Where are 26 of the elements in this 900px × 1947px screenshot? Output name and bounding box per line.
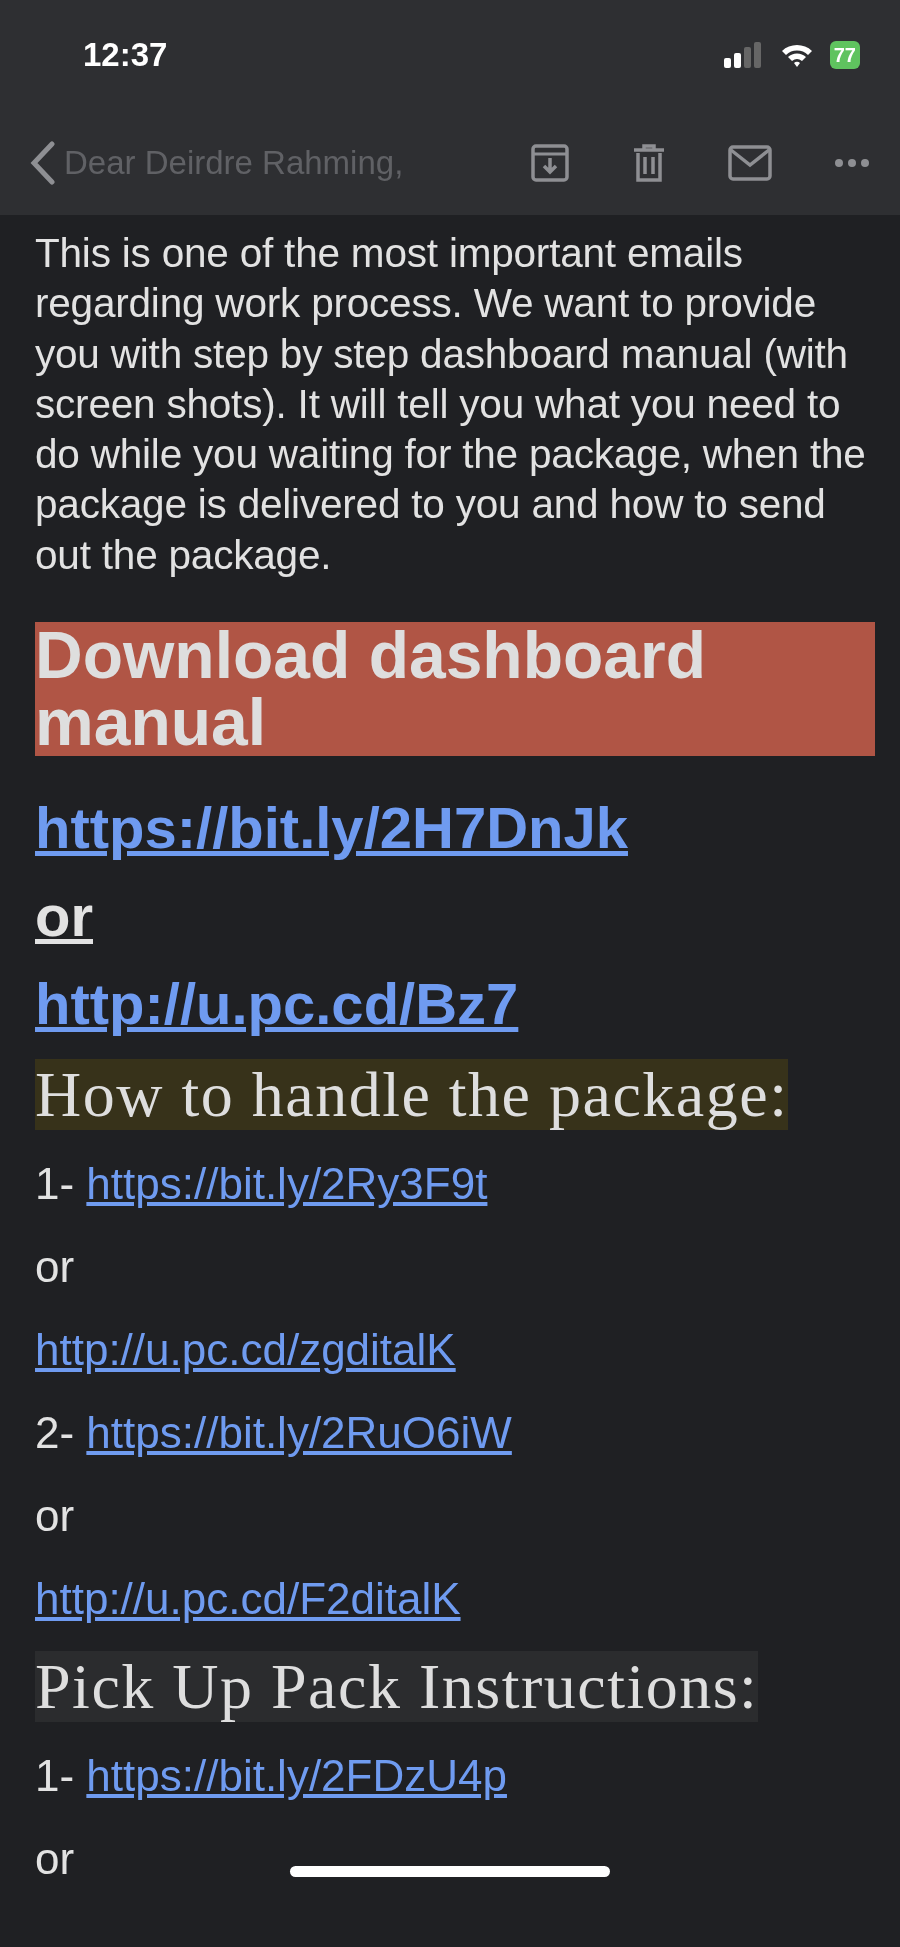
signal-icon — [723, 42, 764, 68]
link[interactable]: http://u.pc.cd/F2ditalK — [35, 1574, 461, 1624]
archive-button[interactable] — [530, 142, 570, 183]
separator-text: or — [35, 1491, 75, 1541]
clock: 12:37 — [83, 35, 168, 76]
back-button[interactable] — [30, 140, 56, 185]
more-button[interactable] — [834, 157, 870, 168]
link[interactable]: https://bit.ly/2Ry3F9t — [86, 1159, 488, 1209]
link[interactable]: https://bit.ly/2RuO6iW — [86, 1408, 512, 1458]
paragraph: This is one of the most important emails regarding work process. We want to provide you with step by step dashboard manual (with screen shots). It will tell you what you need to do while you waiting for the package, when the package is delivered to you and how to send out the package. — [35, 229, 867, 580]
link[interactable]: https://bit.ly/2H7DnJk — [35, 795, 628, 861]
heading: How to handle the package: — [35, 1059, 789, 1131]
list-number: 1- — [35, 1159, 75, 1209]
heading: Pick Up Pack Instructions: — [35, 1651, 759, 1723]
link[interactable]: http://u.pc.cd/Bz7 — [35, 971, 519, 1037]
heading: Download dashboard manual — [35, 622, 875, 757]
mail-button[interactable] — [728, 144, 772, 181]
separator-text: or — [35, 1242, 75, 1292]
separator-text: or — [35, 883, 93, 949]
link[interactable]: https://bit.ly/2FDzU4p — [86, 1751, 507, 1801]
list-number: 1- — [35, 1751, 75, 1801]
battery-indicator: 77 — [829, 41, 860, 69]
list-number: 2- — [35, 1408, 75, 1458]
link[interactable]: http://u.pc.cd/zgditalK — [35, 1325, 456, 1375]
separator-text: or — [35, 1834, 75, 1884]
delete-button[interactable] — [632, 142, 666, 183]
